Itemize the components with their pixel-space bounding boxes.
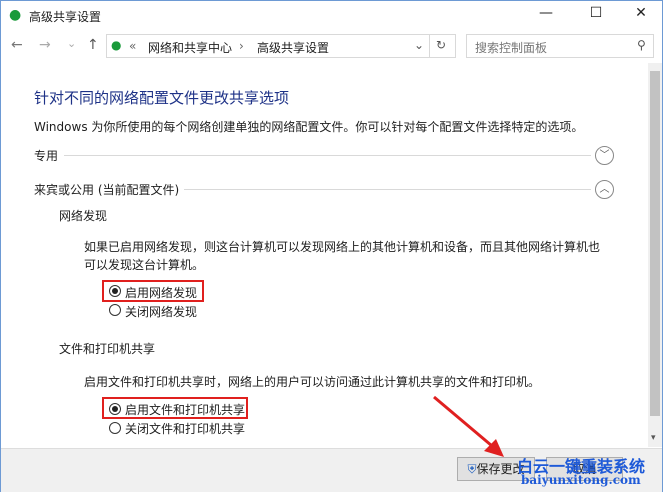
network-icon: ●	[9, 7, 22, 23]
file-sharing-desc: 启用文件和打印机共享时，网络上的用户可以访问通过此计算机共享的文件和打印机。	[84, 375, 541, 389]
refresh-button[interactable]: ↻	[436, 38, 446, 52]
network-discovery-desc-cont: 可以发现这台计算机。	[84, 258, 205, 272]
scroll-down-icon[interactable]: ▾	[651, 433, 656, 443]
divider	[184, 189, 591, 190]
address-bar[interactable]: ● « 网络和共享中心 › 高级共享设置 ⌄ ↻	[106, 34, 456, 58]
search-input[interactable]: 搜索控制面板 ⚲	[466, 34, 654, 58]
radio-enable-discovery[interactable]	[109, 285, 121, 297]
radio-enable-file-sharing[interactable]	[109, 403, 121, 415]
page-heading: 针对不同的网络配置文件更改共享选项	[34, 89, 290, 107]
search-icon[interactable]: ⚲	[637, 38, 646, 52]
disable-discovery-label[interactable]: 关闭网络发现	[125, 303, 197, 320]
expand-chevron-icon[interactable]: ﹀	[595, 146, 614, 165]
red-arrow-annotation	[433, 395, 504, 457]
maximize-button[interactable]: ☐	[576, 5, 616, 25]
watermark-url: baiyunxitong.com	[521, 473, 641, 487]
breadcrumb-arrow[interactable]: ›	[239, 39, 244, 53]
title-bar: ● 高级共享设置 — ☐ ✕	[1, 1, 662, 31]
up-button[interactable]: ↑	[87, 37, 99, 53]
profile-public-label[interactable]: 来宾或公用 (当前配置文件)	[34, 181, 179, 198]
page-description: Windows 为你所使用的每个网络创建单独的网络配置文件。你可以针对每个配置文…	[34, 120, 584, 134]
breadcrumb-advanced-sharing[interactable]: 高级共享设置	[257, 39, 329, 56]
radio-disable-discovery[interactable]	[109, 304, 121, 316]
window-title: 高级共享设置	[29, 10, 102, 24]
minimize-button[interactable]: —	[526, 5, 566, 25]
scrollbar-thumb[interactable]	[650, 71, 660, 416]
enable-file-sharing-label[interactable]: 启用文件和打印机共享	[125, 401, 245, 418]
forward-button[interactable]: →	[39, 37, 51, 53]
network-discovery-desc: 如果已启用网络发现，则这台计算机可以发现网络上的其他计算机和设备，而且其他网络计…	[84, 240, 601, 254]
close-button[interactable]: ✕	[621, 5, 661, 25]
breadcrumb-network-center[interactable]: 网络和共享中心	[148, 39, 232, 56]
network-discovery-title: 网络发现	[59, 209, 108, 223]
address-dropdown[interactable]: ⌄	[414, 38, 424, 52]
recent-locations-button[interactable]: ⌄	[67, 37, 76, 50]
file-sharing-title: 文件和打印机共享	[59, 342, 156, 356]
disable-file-sharing-label[interactable]: 关闭文件和打印机共享	[125, 420, 245, 437]
network-icon: ●	[111, 38, 122, 52]
back-button[interactable]: ←	[11, 37, 23, 53]
breadcrumb-overflow[interactable]: «	[129, 39, 136, 53]
shield-icon: ⛨	[467, 462, 477, 476]
divider	[429, 35, 430, 57]
enable-discovery-label[interactable]: 启用网络发现	[125, 284, 197, 301]
divider	[64, 155, 591, 156]
collapse-chevron-icon[interactable]: ︿	[595, 180, 614, 199]
radio-disable-file-sharing[interactable]	[109, 422, 121, 434]
profile-private-label[interactable]: 专用	[34, 147, 58, 164]
search-placeholder: 搜索控制面板	[475, 41, 548, 55]
